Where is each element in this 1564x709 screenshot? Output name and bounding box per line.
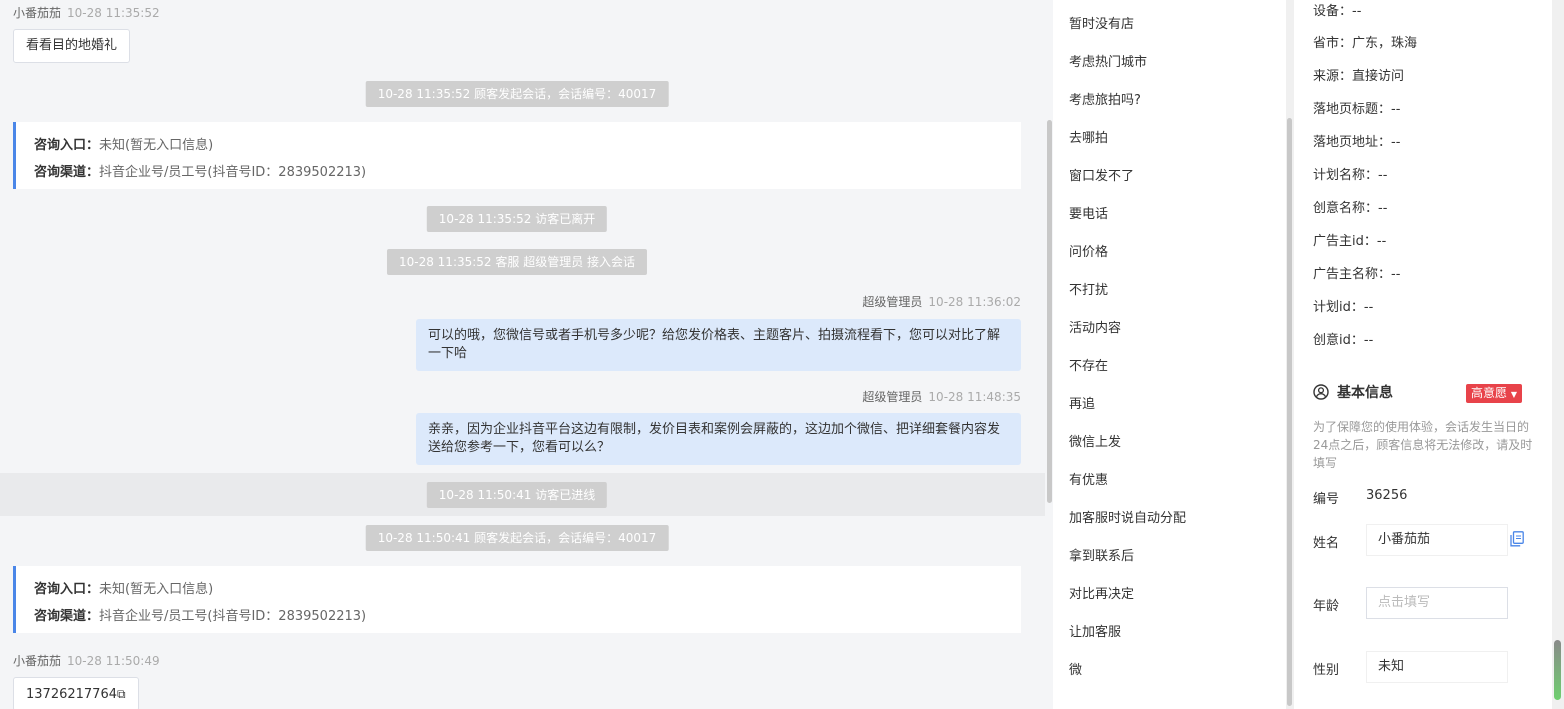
system-message-row: 10-28 11:50:41 访客已进线 bbox=[0, 482, 1034, 508]
name-label: 姓名 bbox=[1313, 536, 1340, 551]
entry-label: 咨询入口： bbox=[34, 138, 100, 153]
gender-field[interactable]: 未知 bbox=[1366, 651, 1508, 683]
agent-message[interactable]: 可以的哦，您微信号或者手机号多少呢？给您发价格表、主题客片、拍摄流程看下，您可以… bbox=[416, 319, 1021, 371]
system-message-row: 10-28 11:35:52 访客已离开 bbox=[0, 206, 1034, 232]
quick-reply-scrollbar-thumb[interactable] bbox=[1287, 118, 1292, 706]
consult-info-card: 咨询入口：未知(暂无入口信息) 咨询渠道：抖音企业号/员工号(抖音号ID：283… bbox=[13, 122, 1021, 189]
quick-reply-item[interactable]: 不存在 bbox=[1069, 357, 1108, 377]
id-label: 编号 bbox=[1313, 492, 1340, 507]
system-message-row: 10-28 11:35:52 顾客发起会话，会话编号：40017 bbox=[0, 81, 1034, 107]
phone-number: 13726217764 bbox=[26, 687, 117, 702]
system-message: 10-28 11:35:52 访客已离开 bbox=[426, 206, 608, 232]
name-field[interactable]: 小番茄茄 bbox=[1366, 524, 1508, 556]
quick-reply-item[interactable]: 不打扰 bbox=[1069, 281, 1108, 301]
entry-value: 未知(暂无入口信息) bbox=[99, 138, 214, 153]
customer-message[interactable]: 看看目的地婚礼 bbox=[13, 29, 131, 63]
quick-reply-item[interactable]: 窗口发不了 bbox=[1069, 167, 1134, 187]
quick-reply-item[interactable]: 活动内容 bbox=[1069, 319, 1121, 339]
info-scrollbar-thumb[interactable] bbox=[1554, 640, 1561, 700]
channel-value: 抖音企业号/员工号(抖音号ID：2839502213) bbox=[99, 165, 367, 180]
quick-reply-item[interactable]: 对比再决定 bbox=[1069, 585, 1134, 605]
chat-scrollbar-thumb[interactable] bbox=[1047, 120, 1052, 503]
quick-reply-item[interactable]: 有优惠 bbox=[1069, 471, 1108, 491]
quick-reply-item[interactable]: 加客服时说自动分配 bbox=[1069, 509, 1186, 529]
agent-message[interactable]: 亲亲，因为企业抖音平台这边有限制，发价目表和案例会屏蔽的，这边加个微信、把详细套… bbox=[416, 413, 1021, 465]
info-row-creative-name: 创意名称：-- bbox=[1313, 201, 1388, 216]
age-label: 年龄 bbox=[1313, 599, 1340, 614]
edit-notice: 为了保障您的使用体验，会话发生当日的24点之后，顾客信息将无法修改，请及时填写 bbox=[1313, 420, 1533, 470]
system-message: 10-28 11:35:52 客服 超级管理员 接入会话 bbox=[386, 249, 648, 275]
chat-panel: 小番茄茄 10-28 11:35:52 看看目的地婚礼 10-28 11:35:5… bbox=[0, 0, 1045, 709]
basic-info-title: 基本信息 bbox=[1313, 383, 1393, 403]
info-row-plan-id: 计划id：-- bbox=[1313, 300, 1374, 315]
quick-reply-item[interactable]: 暂时没有店 bbox=[1069, 15, 1134, 35]
user-circle-icon bbox=[1313, 384, 1329, 400]
quick-reply-list: 暂时没有店 考虑热门城市 考虑旅拍吗? 去哪拍 窗口发不了 要电话 问价格 不打… bbox=[1053, 0, 1286, 709]
system-message-row: 10-28 11:50:41 顾客发起会话，会话编号：40017 bbox=[0, 525, 1034, 551]
info-row-region: 省市：广东，珠海 bbox=[1313, 36, 1418, 51]
info-row-landing-url: 落地页地址：-- bbox=[1313, 135, 1401, 150]
info-row-landing-title: 落地页标题：-- bbox=[1313, 102, 1401, 117]
message-sender: 超级管理员 10-28 11:48:35 bbox=[862, 390, 1021, 404]
caret-down-icon: ▼ bbox=[1510, 390, 1517, 399]
info-row-creative-id: 创意id：-- bbox=[1313, 333, 1374, 348]
info-row-advertiser-id: 广告主id：-- bbox=[1313, 234, 1387, 249]
channel-value: 抖音企业号/员工号(抖音号ID：2839502213) bbox=[99, 609, 367, 624]
system-message-row: 10-28 11:35:52 客服 超级管理员 接入会话 bbox=[0, 249, 1034, 275]
consult-info-card: 咨询入口：未知(暂无入口信息) 咨询渠道：抖音企业号/员工号(抖音号ID：283… bbox=[13, 566, 1021, 633]
quick-reply-item[interactable]: 要电话 bbox=[1069, 205, 1108, 225]
info-row-plan-name: 计划名称：-- bbox=[1313, 168, 1388, 183]
customer-message[interactable]: 13726217764⧉ bbox=[13, 677, 139, 709]
system-message: 10-28 11:50:41 访客已进线 bbox=[426, 482, 608, 508]
info-scrollbar[interactable] bbox=[1552, 0, 1564, 709]
system-message: 10-28 11:35:52 顾客发起会话，会话编号：40017 bbox=[365, 81, 669, 107]
customer-info-panel: 设备：-- 省市：广东，珠海 来源：直接访问 落地页标题：-- 落地页地址：--… bbox=[1294, 0, 1552, 709]
message-sender: 小番茄茄 10-28 11:50:49 bbox=[13, 654, 160, 668]
info-row-advertiser-name: 广告主名称：-- bbox=[1313, 267, 1401, 282]
info-row-device: 设备：-- bbox=[1313, 4, 1362, 19]
gender-label: 性别 bbox=[1313, 663, 1340, 678]
channel-label: 咨询渠道： bbox=[34, 165, 100, 180]
system-message: 10-28 11:50:41 顾客发起会话，会话编号：40017 bbox=[365, 525, 669, 551]
message-sender: 小番茄茄 10-28 11:35:52 bbox=[13, 6, 160, 20]
quick-reply-scrollbar[interactable] bbox=[1286, 0, 1294, 709]
id-value: 36256 bbox=[1366, 488, 1408, 503]
entry-label: 咨询入口： bbox=[34, 582, 100, 597]
quick-reply-item[interactable]: 问价格 bbox=[1069, 243, 1108, 263]
quick-reply-item[interactable]: 考虑旅拍吗? bbox=[1069, 91, 1141, 111]
quick-reply-item[interactable]: 微 bbox=[1069, 661, 1082, 681]
copy-icon[interactable]: ⧉ bbox=[117, 687, 126, 701]
age-input[interactable]: 点击填写 bbox=[1366, 587, 1508, 619]
quick-reply-item[interactable]: 拿到联系后 bbox=[1069, 547, 1134, 567]
channel-label: 咨询渠道： bbox=[34, 609, 100, 624]
info-row-source: 来源：直接访问 bbox=[1313, 69, 1405, 84]
quick-reply-item[interactable]: 让加客服 bbox=[1069, 623, 1121, 643]
quick-reply-item[interactable]: 微信上发 bbox=[1069, 433, 1121, 453]
chat-scrollbar[interactable] bbox=[1045, 0, 1053, 709]
quick-reply-item[interactable]: 再追 bbox=[1069, 395, 1095, 415]
copy-icon[interactable] bbox=[1510, 531, 1524, 547]
quick-reply-item[interactable]: 考虑热门城市 bbox=[1069, 53, 1147, 73]
message-sender: 超级管理员 10-28 11:36:02 bbox=[862, 295, 1021, 309]
intent-badge[interactable]: 高意愿 ▼ bbox=[1466, 384, 1522, 403]
entry-value: 未知(暂无入口信息) bbox=[99, 582, 214, 597]
quick-reply-item[interactable]: 去哪拍 bbox=[1069, 129, 1108, 149]
